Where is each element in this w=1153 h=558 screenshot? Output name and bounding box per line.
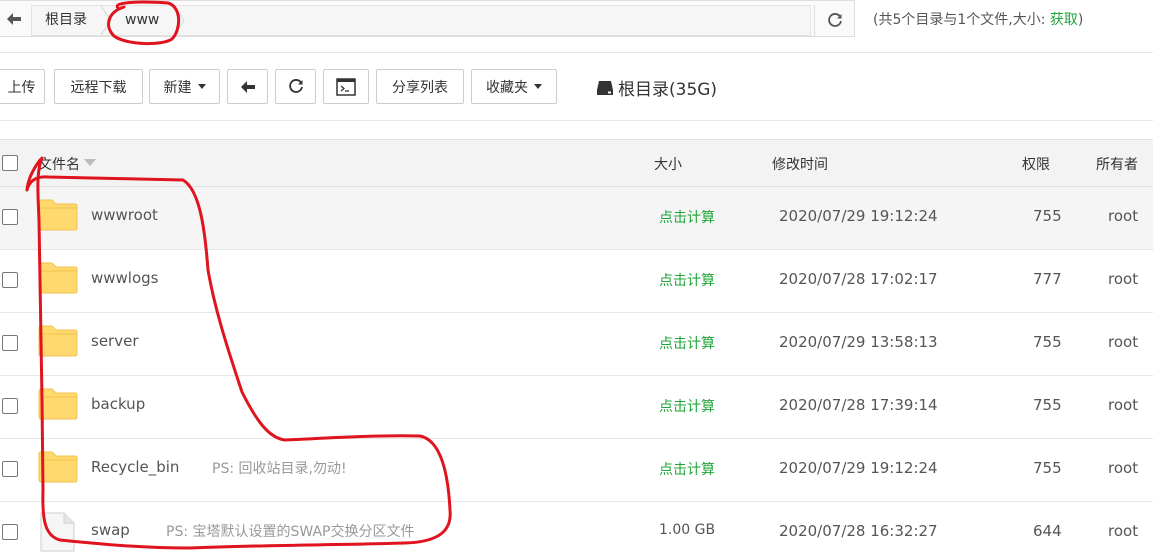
file-name[interactable]: wwwroot — [91, 206, 158, 224]
path-back-button[interactable] — [0, 1, 28, 37]
file-name[interactable]: wwwlogs — [91, 269, 159, 287]
breadcrumb-separator — [173, 6, 185, 35]
disk-indicator[interactable]: 根目录(35G) — [596, 75, 717, 100]
owner[interactable]: root — [1108, 207, 1138, 225]
folder-icon — [38, 325, 78, 357]
owner[interactable]: root — [1108, 333, 1138, 351]
path-bar: 根目录 www — [0, 0, 855, 37]
disk-icon — [597, 80, 613, 95]
file-name[interactable]: server — [91, 332, 138, 350]
calculate-size-link[interactable]: 点击计算 — [659, 459, 715, 479]
calculate-size-link[interactable]: 点击计算 — [659, 333, 715, 353]
owner[interactable]: root — [1108, 396, 1138, 414]
permission[interactable]: 755 — [1033, 459, 1062, 477]
sort-caret-icon — [84, 159, 96, 166]
refresh-icon — [288, 78, 303, 93]
fetch-size-link[interactable]: 获取 — [1050, 12, 1078, 28]
permission[interactable]: 644 — [1033, 522, 1062, 540]
file-note: PS: 回收站目录,勿动! — [212, 461, 347, 477]
row-checkbox[interactable] — [2, 209, 18, 225]
favorites-dropdown-button[interactable]: 收藏夹 — [471, 69, 557, 104]
share-list-button[interactable]: 分享列表 — [376, 69, 464, 104]
chevron-down-icon — [197, 84, 206, 89]
table-header: 文件名 大小 修改时间 权限 所有者 — [0, 139, 1153, 187]
file-name[interactable]: Recycle_bin — [91, 458, 179, 476]
folder-icon — [38, 388, 78, 420]
folder-icon — [38, 262, 78, 294]
table-row[interactable]: server 点击计算 2020/07/29 13:58:13 755 root — [0, 313, 1153, 376]
calculate-size-link[interactable]: 点击计算 — [659, 270, 715, 290]
divider — [0, 120, 1153, 121]
permission[interactable]: 755 — [1033, 333, 1062, 351]
select-all-checkbox[interactable] — [2, 155, 18, 171]
refresh-button[interactable] — [275, 69, 316, 104]
breadcrumb[interactable]: 根目录 www — [31, 5, 811, 36]
path-refresh-button[interactable] — [814, 5, 854, 36]
back-button[interactable] — [227, 69, 268, 104]
owner[interactable]: root — [1108, 522, 1138, 540]
remote-download-button[interactable]: 远程下载 — [54, 69, 143, 104]
modified-time: 2020/07/29 13:58:13 — [779, 333, 938, 351]
favorites-label: 收藏夹 — [486, 79, 528, 96]
table-row[interactable]: backup 点击计算 2020/07/28 17:39:14 755 root — [0, 376, 1153, 439]
modified-time: 2020/07/28 16:32:27 — [779, 522, 938, 540]
file-note: PS: 宝塔默认设置的SWAP交换分区文件 — [166, 524, 415, 540]
permission[interactable]: 755 — [1033, 396, 1062, 414]
folder-icon — [38, 451, 78, 483]
back-arrow-icon — [7, 13, 21, 25]
row-checkbox[interactable] — [2, 398, 18, 414]
new-dropdown-button[interactable]: 新建 — [149, 69, 220, 104]
column-header-owner[interactable]: 所有者 — [1096, 154, 1138, 174]
directory-summary-end: ) — [1077, 12, 1084, 28]
file-name[interactable]: swap — [91, 521, 130, 539]
row-checkbox[interactable] — [2, 335, 18, 351]
terminal-icon — [336, 77, 356, 96]
new-label: 新建 — [163, 79, 192, 96]
modified-time: 2020/07/29 19:12:24 — [779, 459, 938, 477]
disk-label: 根目录(35G) — [618, 80, 718, 100]
row-checkbox[interactable] — [2, 524, 18, 540]
calculate-size-link[interactable]: 点击计算 — [659, 207, 715, 227]
column-header-permission[interactable]: 权限 — [1022, 154, 1050, 174]
file-manager: 根目录 www (共5个目录与1个文件,大小: 获取) 上传 远程下载 新建 分… — [0, 0, 1153, 558]
refresh-icon — [827, 12, 842, 27]
column-header-mtime[interactable]: 修改时间 — [772, 154, 828, 174]
file-size: 1.00 GB — [659, 522, 716, 538]
breadcrumb-root[interactable]: 根目录 — [45, 6, 87, 35]
column-header-name[interactable]: 文件名 — [38, 154, 96, 174]
row-checkbox[interactable] — [2, 461, 18, 477]
table-row[interactable]: wwwroot 点击计算 2020/07/29 19:12:24 755 roo… — [0, 187, 1153, 250]
permission[interactable]: 777 — [1033, 270, 1062, 288]
row-checkbox[interactable] — [2, 272, 18, 288]
directory-summary: (共5个目录与1个文件,大小: 获取) — [873, 9, 1083, 29]
modified-time: 2020/07/28 17:02:17 — [779, 270, 938, 288]
divider — [0, 52, 1153, 53]
table-row[interactable]: Recycle_bin PS: 回收站目录,勿动! 点击计算 2020/07/2… — [0, 439, 1153, 502]
modified-time: 2020/07/29 19:12:24 — [779, 207, 938, 225]
share-list-label: 分享列表 — [392, 79, 448, 96]
owner[interactable]: root — [1108, 459, 1138, 477]
upload-label: 上传 — [7, 79, 36, 96]
modified-time: 2020/07/28 17:39:14 — [779, 396, 938, 414]
calculate-size-link[interactable]: 点击计算 — [659, 396, 715, 416]
terminal-button[interactable] — [323, 69, 369, 104]
table-row[interactable]: wwwlogs 点击计算 2020/07/28 17:02:17 777 roo… — [0, 250, 1153, 313]
remote-download-label: 远程下载 — [70, 79, 127, 96]
folder-icon — [38, 199, 78, 231]
breadcrumb-www[interactable]: www — [125, 6, 159, 35]
directory-summary-text: (共5个目录与1个文件,大小: — [873, 12, 1046, 28]
permission[interactable]: 755 — [1033, 207, 1062, 225]
breadcrumb-separator — [100, 6, 112, 35]
file-name[interactable]: backup — [91, 395, 145, 413]
column-header-size[interactable]: 大小 — [654, 154, 682, 174]
owner[interactable]: root — [1108, 270, 1138, 288]
back-arrow-icon — [240, 80, 255, 93]
table-row[interactable]: swap PS: 宝塔默认设置的SWAP交换分区文件 1.00 GB 2020/… — [0, 502, 1153, 558]
column-header-name-label: 文件名 — [38, 157, 80, 173]
file-icon — [40, 512, 75, 552]
chevron-down-icon — [534, 84, 542, 89]
upload-button[interactable]: 上传 — [0, 69, 45, 104]
